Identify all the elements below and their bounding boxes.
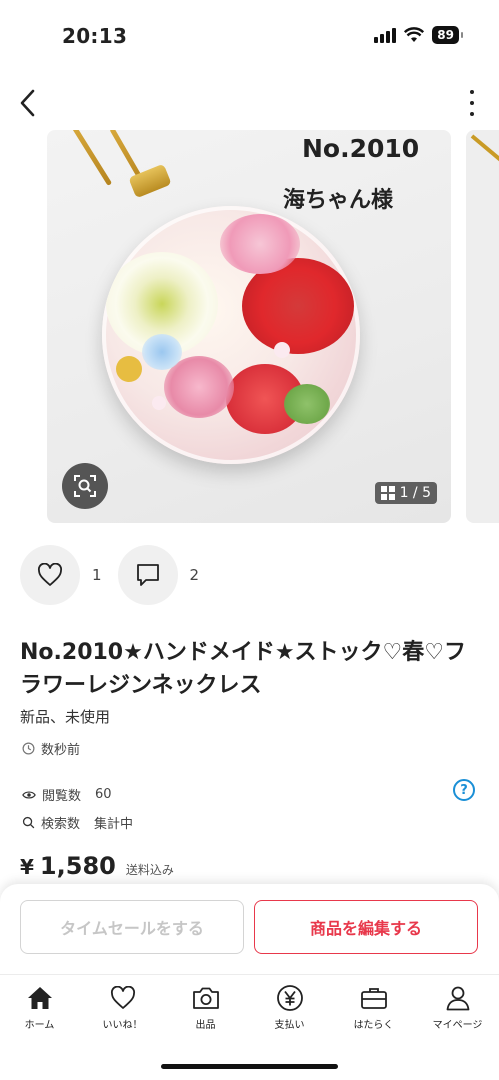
grid-icon xyxy=(380,486,395,500)
tab-work[interactable]: はたらく xyxy=(332,983,415,1031)
comment-icon xyxy=(136,564,159,586)
tab-sell[interactable]: 出品 xyxy=(164,983,247,1031)
status-bar: 20:13 89 xyxy=(0,0,499,70)
tab-mypage-label: マイページ xyxy=(432,1020,483,1031)
product-condition: 新品、未使用 xyxy=(20,708,111,726)
clock-icon xyxy=(22,742,35,755)
tab-home-label: ホーム xyxy=(24,1020,55,1031)
search-count-row: 検索数 集計中 xyxy=(22,813,133,832)
tab-sell-label: 出品 xyxy=(195,1020,216,1031)
back-button[interactable] xyxy=(12,86,42,120)
tab-pay[interactable]: 支払い xyxy=(248,983,331,1031)
yen-icon xyxy=(276,985,303,1011)
comment-count: 2 xyxy=(189,566,200,584)
heart-icon xyxy=(110,986,135,1009)
home-indicator xyxy=(161,1064,338,1069)
price-value: 1,580 xyxy=(39,852,116,880)
views-label: 閲覧数 xyxy=(42,789,82,804)
edit-item-button[interactable]: 商品を編集する xyxy=(254,900,478,954)
back-icon xyxy=(20,89,35,117)
product-title: No.2010★ハンドメイド★ストック♡春♡フラワーレジンネックレス xyxy=(20,640,467,698)
posted-time: 数秒前 xyxy=(41,743,81,758)
photo-overlay-number: No.2010 xyxy=(302,134,420,163)
heart-icon xyxy=(38,563,62,586)
photo-overlay-name: 海ちゃん様 xyxy=(283,188,394,213)
signal-icon xyxy=(374,27,397,43)
tab-work-label: はたらく xyxy=(353,1020,394,1031)
more-icon[interactable] xyxy=(465,90,479,116)
search-icon xyxy=(22,816,35,829)
status-time: 20:13 xyxy=(62,24,128,48)
product-photo[interactable]: No.2010 海ちゃん様 1 / 5 xyxy=(47,130,451,523)
tab-home[interactable]: ホーム xyxy=(0,983,81,1031)
tab-mypage[interactable]: マイページ xyxy=(416,983,499,1031)
battery-indicator: 89 xyxy=(432,26,463,44)
person-icon xyxy=(446,986,469,1011)
views-row: 閲覧数 60 xyxy=(22,785,112,804)
comment-button[interactable] xyxy=(117,545,178,605)
shipping-included: 送料込み xyxy=(125,863,174,877)
wifi-icon xyxy=(404,27,425,42)
next-photo-peek[interactable] xyxy=(466,130,499,523)
home-icon xyxy=(27,987,52,1009)
tab-likes[interactable]: いいね！ xyxy=(81,983,164,1031)
search-count-value: 集計中 xyxy=(94,817,134,832)
help-icon[interactable]: ? xyxy=(453,779,475,801)
image-counter-text: 1 / 5 xyxy=(399,485,431,501)
camera-icon xyxy=(192,987,219,1009)
eye-icon xyxy=(22,790,36,799)
image-search-button[interactable] xyxy=(62,463,108,509)
tab-likes-label: いいね！ xyxy=(102,1020,143,1031)
necklace-chain xyxy=(70,130,113,187)
nav-bar xyxy=(0,78,499,128)
views-value: 60 xyxy=(95,787,112,802)
action-bar: タイムセールをする 商品を編集する xyxy=(0,884,499,974)
image-counter[interactable]: 1 / 5 xyxy=(374,482,437,504)
posted-time-row: 数秒前 xyxy=(22,739,80,758)
tab-pay-label: 支払い xyxy=(274,1020,305,1031)
reactions-row: 1 2 xyxy=(20,544,215,606)
status-icons: 89 xyxy=(374,26,463,44)
lens-search-icon xyxy=(74,475,96,497)
price-currency: ¥ xyxy=(20,855,34,879)
search-count-label: 検索数 xyxy=(41,817,81,832)
resin-pendant xyxy=(102,206,360,464)
briefcase-icon xyxy=(360,988,387,1009)
like-button[interactable] xyxy=(20,545,80,605)
like-count: 1 xyxy=(92,566,102,584)
price-row: ¥ 1,580 送料込み xyxy=(20,852,174,880)
image-carousel[interactable]: No.2010 海ちゃん様 1 / 5 xyxy=(0,130,499,524)
timesale-button[interactable]: タイムセールをする xyxy=(20,900,244,954)
